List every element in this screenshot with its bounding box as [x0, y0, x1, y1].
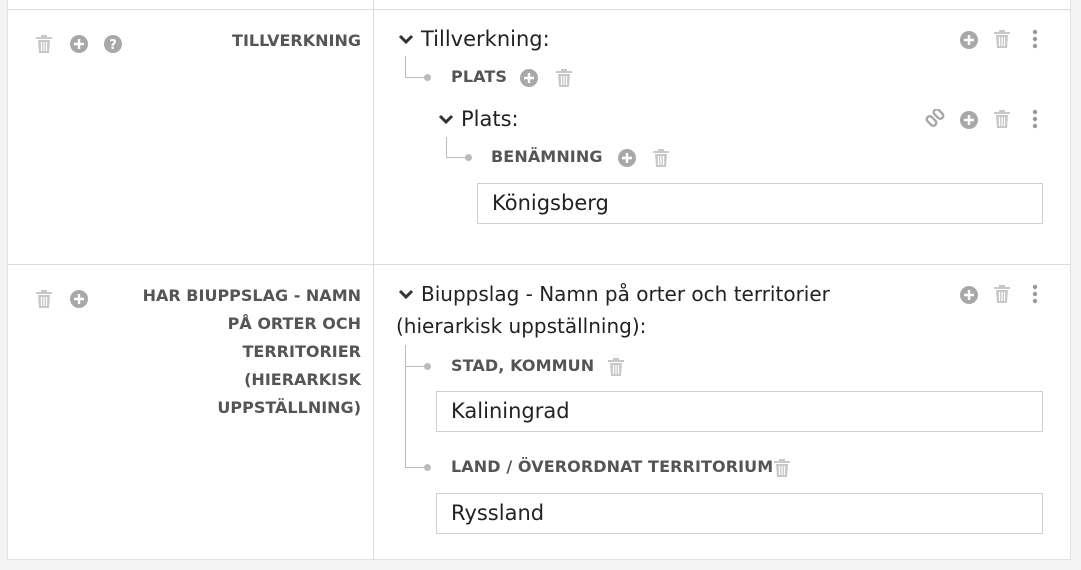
tree-connector [405, 345, 406, 468]
row-label-line: UPPSTÄLLNING) [217, 398, 361, 417]
field-label-benamning: BENÄMNING [491, 147, 603, 166]
more-vertical-icon[interactable] [1031, 29, 1039, 49]
trash-icon[interactable] [35, 289, 53, 309]
tree-connector [405, 77, 425, 78]
trash-icon[interactable] [652, 148, 670, 168]
trash-icon[interactable] [773, 458, 791, 478]
heading-plats: Plats: [461, 107, 519, 131]
row-divider-top [7, 9, 1071, 10]
tree-node-dot [424, 464, 431, 471]
tree-connector [446, 137, 447, 158]
row-label-line: HAR BIUPPSLAG - NAMN [142, 286, 361, 305]
row-label-line: PÅ ORTER OCH [227, 314, 361, 333]
trash-icon[interactable] [993, 29, 1011, 49]
row-divider-middle [7, 264, 1071, 265]
heading-biuppslag-line2: (hierarkisk uppställning): [396, 314, 647, 338]
plus-circle-icon[interactable] [69, 289, 89, 309]
question-circle-icon[interactable]: ? [103, 34, 123, 54]
svg-text:?: ? [109, 38, 117, 53]
tree-node-dot [465, 154, 472, 161]
chevron-down-icon[interactable] [398, 288, 414, 302]
row-label-line: TERRITORIER [242, 342, 361, 361]
plus-circle-icon[interactable] [959, 110, 979, 130]
row-label-line: (HIERARKISK [244, 370, 361, 389]
trash-icon[interactable] [555, 68, 573, 88]
tree-node-dot [424, 74, 431, 81]
chevron-down-icon[interactable] [438, 113, 454, 127]
link-icon[interactable] [924, 109, 946, 131]
sub-label-plats: PLATS [451, 67, 507, 86]
more-vertical-icon[interactable] [1031, 109, 1039, 129]
chevron-down-icon[interactable] [398, 33, 414, 47]
tree-connector [446, 157, 466, 158]
more-vertical-icon[interactable] [1031, 284, 1039, 304]
plus-circle-icon[interactable] [519, 68, 539, 88]
land-field[interactable]: Ryssland [436, 493, 1043, 534]
plus-circle-icon[interactable] [959, 30, 979, 50]
trash-icon[interactable] [993, 109, 1011, 129]
column-divider [373, 0, 374, 560]
field-label-stad-kommun: STAD, KOMMUN [451, 356, 595, 375]
tree-connector [405, 56, 406, 78]
trash-icon[interactable] [607, 357, 625, 377]
trash-icon[interactable] [35, 34, 53, 54]
plus-circle-icon[interactable] [959, 285, 979, 305]
tree-connector [405, 366, 425, 367]
row-label-tillverkning: TILLVERKNING [232, 31, 361, 50]
plus-circle-icon[interactable] [69, 34, 89, 54]
row-label-biuppslag: HAR BIUPPSLAG - NAMN PÅ ORTER OCH TERRIT… [121, 282, 361, 422]
plus-circle-icon[interactable] [617, 148, 637, 168]
heading-biuppslag: Biuppslag - Namn på orter och territorie… [421, 282, 830, 306]
stad-kommun-field[interactable]: Kaliningrad [436, 391, 1043, 432]
heading-tillverkning: Tillverkning: [421, 27, 550, 51]
benamning-field[interactable]: Königsberg [477, 183, 1043, 224]
tree-connector [405, 467, 425, 468]
tree-node-dot [424, 363, 431, 370]
trash-icon[interactable] [993, 284, 1011, 304]
field-label-land: LAND / ÖVERORDNAT TERRITORIUM [451, 457, 774, 476]
